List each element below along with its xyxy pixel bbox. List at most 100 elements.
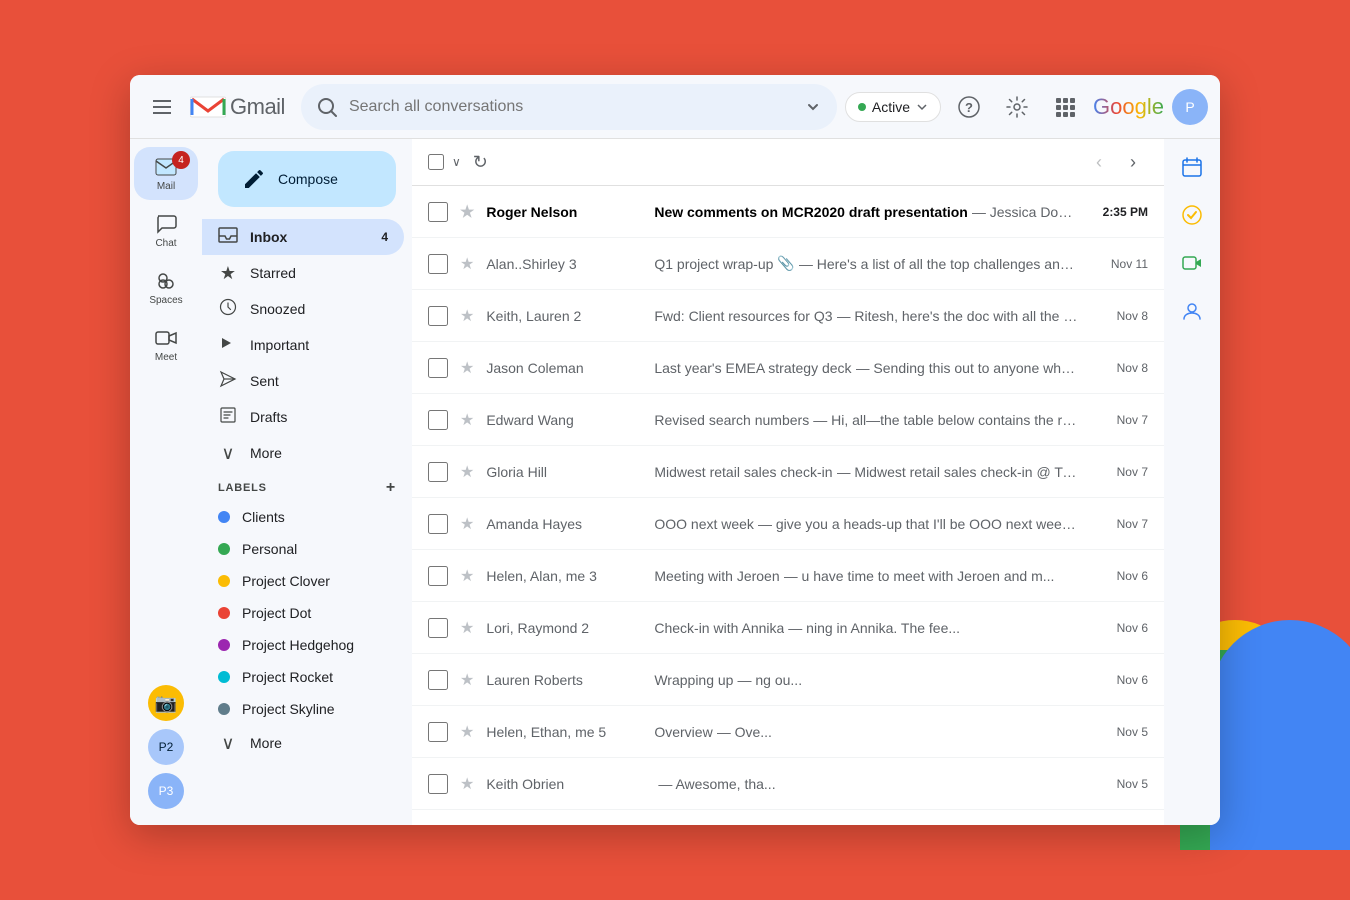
tasks-button[interactable] bbox=[1172, 195, 1212, 235]
project-hedgehog-dot bbox=[218, 639, 230, 651]
label-personal[interactable]: Personal bbox=[202, 533, 412, 565]
header-right: Active ? bbox=[845, 87, 1208, 127]
select-all-checkbox[interactable] bbox=[428, 154, 444, 170]
email-date-2: Nov 8 bbox=[1088, 309, 1148, 323]
settings-button[interactable] bbox=[997, 87, 1037, 127]
labels-more[interactable]: ∨ More bbox=[202, 725, 404, 761]
email-checkbox-3[interactable] bbox=[428, 358, 448, 378]
email-row[interactable]: ★ Lauren Roberts Wrapping up — ng ou... … bbox=[412, 654, 1164, 706]
add-label-button[interactable]: + bbox=[386, 479, 396, 497]
google-logo: Google bbox=[1093, 94, 1164, 120]
email-star-11[interactable]: ★ bbox=[460, 774, 474, 794]
email-checkbox-10[interactable] bbox=[428, 722, 448, 742]
email-row[interactable]: ★ Amanda Hayes OOO next week — give you … bbox=[412, 498, 1164, 550]
refresh-button[interactable]: ↻ bbox=[473, 152, 488, 173]
label-clients[interactable]: Clients bbox=[202, 501, 412, 533]
label-project-hedgehog[interactable]: Project Hedgehog bbox=[202, 629, 412, 661]
email-subject-4: Revised search numbers bbox=[654, 412, 809, 428]
email-star-2[interactable]: ★ bbox=[460, 306, 474, 326]
email-checkbox-1[interactable] bbox=[428, 254, 448, 274]
meet-side-button[interactable] bbox=[1172, 243, 1212, 283]
select-chevron-icon[interactable]: ∨ bbox=[452, 155, 461, 169]
search-input[interactable] bbox=[349, 98, 793, 116]
search-icon bbox=[317, 97, 337, 117]
email-row[interactable]: ★ Keith, Lauren 2 Fwd: Client resources … bbox=[412, 290, 1164, 342]
mail-badge: 4 bbox=[172, 151, 190, 169]
nav-inbox[interactable]: Inbox 4 bbox=[202, 219, 404, 255]
nav-more[interactable]: ∨ More bbox=[202, 435, 404, 471]
email-sender-3: Jason Coleman bbox=[486, 360, 646, 376]
email-checkbox-0[interactable] bbox=[428, 202, 448, 222]
compose-button[interactable]: Compose bbox=[218, 151, 396, 207]
email-row[interactable]: ★ Helen, Alan, me 3 Meeting with Jeroen … bbox=[412, 550, 1164, 602]
bottom-avatar-2[interactable]: P3 bbox=[148, 773, 184, 809]
nav-starred[interactable]: ★ Starred bbox=[202, 255, 404, 291]
email-checkbox-9[interactable] bbox=[428, 670, 448, 690]
email-star-8[interactable]: ★ bbox=[460, 618, 474, 638]
email-star-4[interactable]: ★ bbox=[460, 410, 474, 430]
inbox-icon bbox=[218, 225, 238, 250]
email-content-6: OOO next week — give you a heads-up that… bbox=[654, 516, 1080, 532]
email-checkbox-7[interactable] bbox=[428, 566, 448, 586]
bottom-avatar-1[interactable]: P2 bbox=[148, 729, 184, 765]
email-star-10[interactable]: ★ bbox=[460, 722, 474, 742]
email-row[interactable]: ★ Lori, Raymond 2 Check-in with Annika —… bbox=[412, 602, 1164, 654]
email-checkbox-6[interactable] bbox=[428, 514, 448, 534]
email-star-6[interactable]: ★ bbox=[460, 514, 474, 534]
apps-button[interactable] bbox=[1045, 87, 1085, 127]
email-row[interactable]: ★ Keith Obrien — Awesome, tha... Nov 5 bbox=[412, 758, 1164, 810]
sidebar-item-chat[interactable]: Chat bbox=[134, 204, 198, 257]
meet-label: Meet bbox=[155, 352, 177, 363]
email-preview-5: — Midwest retail sales check-in @ Tu... bbox=[837, 464, 1080, 480]
email-star-0[interactable]: ★ bbox=[460, 202, 474, 222]
nav-sent[interactable]: Sent bbox=[202, 363, 404, 399]
inbox-label: Inbox bbox=[250, 229, 381, 245]
email-sender-5: Gloria Hill bbox=[486, 464, 646, 480]
project-rocket-dot bbox=[218, 671, 230, 683]
email-preview-7: — u have time to meet with Jeroen and m.… bbox=[784, 568, 1080, 584]
email-star-9[interactable]: ★ bbox=[460, 670, 474, 690]
nav-drafts[interactable]: Drafts bbox=[202, 399, 404, 435]
sidebar-item-mail[interactable]: 4 Mail bbox=[134, 147, 198, 200]
nav-important[interactable]: Important bbox=[202, 327, 404, 363]
more-chevron-icon: ∨ bbox=[218, 443, 238, 464]
email-row[interactable]: ★ Edward Wang Revised search numbers — H… bbox=[412, 394, 1164, 446]
label-project-rocket[interactable]: Project Rocket bbox=[202, 661, 412, 693]
compose-icon bbox=[242, 167, 266, 191]
label-project-skyline[interactable]: Project Skyline bbox=[202, 693, 412, 725]
search-bar[interactable] bbox=[301, 84, 837, 130]
email-star-7[interactable]: ★ bbox=[460, 566, 474, 586]
sidebar-item-meet[interactable]: Meet bbox=[134, 318, 198, 371]
prev-page-button[interactable]: ‹ bbox=[1084, 147, 1114, 177]
email-row[interactable]: ★ Roger Nelson New comments on MCR2020 d… bbox=[412, 186, 1164, 238]
spaces-label: Spaces bbox=[149, 295, 182, 306]
next-page-button[interactable]: › bbox=[1118, 147, 1148, 177]
search-dropdown-icon[interactable] bbox=[805, 99, 821, 115]
clients-label: Clients bbox=[242, 509, 285, 525]
calendar-button[interactable] bbox=[1172, 147, 1212, 187]
email-row[interactable]: ★ Gloria Hill Midwest retail sales check… bbox=[412, 446, 1164, 498]
active-status-badge[interactable]: Active bbox=[845, 92, 941, 122]
email-checkbox-4[interactable] bbox=[428, 410, 448, 430]
hamburger-button[interactable] bbox=[142, 87, 182, 127]
email-checkbox-2[interactable] bbox=[428, 306, 448, 326]
label-project-clover[interactable]: Project Clover bbox=[202, 565, 412, 597]
email-star-1[interactable]: ★ bbox=[460, 254, 474, 274]
help-button[interactable]: ? bbox=[949, 87, 989, 127]
email-row[interactable]: ★ Alan..Shirley 3 Q1 project wrap-up 📎 —… bbox=[412, 238, 1164, 290]
label-project-dot[interactable]: Project Dot bbox=[202, 597, 412, 629]
email-checkbox-11[interactable] bbox=[428, 774, 448, 794]
email-checkbox-8[interactable] bbox=[428, 618, 448, 638]
email-row[interactable]: ★ me, Aaron 3 Template — It's here! Base… bbox=[412, 810, 1164, 825]
email-star-3[interactable]: ★ bbox=[460, 358, 474, 378]
email-star-5[interactable]: ★ bbox=[460, 462, 474, 482]
email-row[interactable]: ★ Helen, Ethan, me 5 Overview — Ove... N… bbox=[412, 706, 1164, 758]
nav-snoozed[interactable]: Snoozed bbox=[202, 291, 404, 327]
sidebar-item-spaces[interactable]: Spaces bbox=[134, 261, 198, 314]
contacts-button[interactable] bbox=[1172, 291, 1212, 331]
email-content-7: Meeting with Jeroen — u have time to mee… bbox=[654, 568, 1080, 584]
email-checkbox-5[interactable] bbox=[428, 462, 448, 482]
email-row[interactable]: ★ Jason Coleman Last year's EMEA strateg… bbox=[412, 342, 1164, 394]
bottom-avatar-camera[interactable]: 📷 bbox=[148, 685, 184, 721]
user-avatar[interactable]: P bbox=[1172, 89, 1208, 125]
